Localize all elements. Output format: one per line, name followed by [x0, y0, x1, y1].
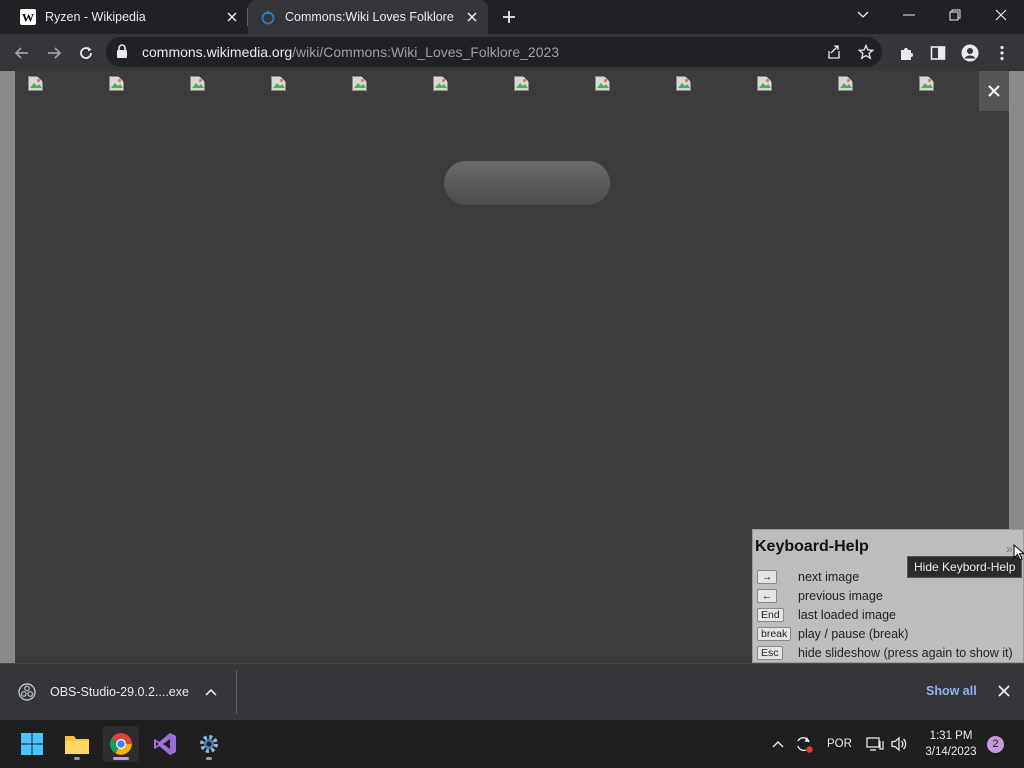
- close-tab-icon[interactable]: [464, 9, 480, 25]
- broken-image-thumbnail-icon[interactable]: [757, 76, 773, 92]
- side-panel-icon[interactable]: [924, 39, 952, 67]
- start-button[interactable]: [14, 726, 50, 762]
- commons-icon: [260, 9, 276, 25]
- broken-image-thumbnail-icon[interactable]: [190, 76, 206, 92]
- broken-image-thumbnail-icon[interactable]: [676, 76, 692, 92]
- key-label: End: [757, 608, 784, 622]
- tab-search-chevron-icon[interactable]: [840, 0, 886, 30]
- tab-strip: W Ryzen - Wikipedia Commons:Wiki Loves F…: [0, 0, 1024, 34]
- key-label: →: [757, 570, 777, 584]
- keyboard-help-row: ← previous image: [757, 587, 883, 605]
- tab-title: Ryzen - Wikipedia: [45, 10, 146, 24]
- bookmark-star-icon[interactable]: [854, 40, 878, 64]
- network-icon[interactable]: [866, 720, 884, 768]
- close-window-button[interactable]: [978, 0, 1024, 30]
- keyboard-help-title: Keyboard-Help: [755, 538, 869, 555]
- taskbar-visual-studio[interactable]: [147, 726, 183, 762]
- folder-icon: [65, 736, 89, 754]
- slideshow-loading-pill: [444, 161, 610, 205]
- key-label: break: [757, 627, 792, 641]
- keyboard-help-row: Esc hide slideshow (press again to show …: [757, 644, 1013, 662]
- broken-image-thumbnail-icon[interactable]: [109, 76, 125, 92]
- restore-button[interactable]: [932, 0, 978, 30]
- broken-image-thumbnail-icon[interactable]: [919, 76, 935, 92]
- windows-logo-icon: [21, 733, 43, 755]
- app-running-indicator: [74, 757, 80, 760]
- download-file-name: OBS-Studio-29.0.2....exe: [50, 685, 189, 699]
- keyboard-help-row: → next image: [757, 568, 859, 586]
- broken-image-thumbnail-icon[interactable]: [28, 76, 44, 92]
- key-description: next image: [798, 570, 860, 584]
- browser-menu-icon[interactable]: [988, 39, 1016, 67]
- broken-image-thumbnail-icon[interactable]: [838, 76, 854, 92]
- minimize-button[interactable]: [886, 0, 932, 30]
- close-icon: [988, 85, 1000, 97]
- url-path: /wiki/Commons:Wiki_Loves_Folklore_2023: [292, 44, 560, 60]
- tab-ryzen-wikipedia[interactable]: W Ryzen - Wikipedia: [8, 0, 248, 34]
- taskbar-clock[interactable]: 1:31 PM 3/14/2023: [918, 728, 984, 760]
- taskbar-settings[interactable]: [191, 726, 227, 762]
- download-options-chevron-icon[interactable]: [205, 684, 217, 702]
- download-separator: [236, 670, 237, 714]
- volume-icon[interactable]: [890, 720, 908, 768]
- browser-toolbar: commons.wikimedia.org/wiki/Commons:Wiki_…: [0, 34, 1024, 71]
- url-text[interactable]: commons.wikimedia.org/wiki/Commons:Wiki_…: [142, 44, 559, 60]
- show-hidden-icons-chevron-icon[interactable]: [772, 720, 784, 768]
- new-tab-button[interactable]: [499, 7, 519, 27]
- forward-button[interactable]: [40, 39, 68, 67]
- close-slideshow-button[interactable]: [979, 71, 1009, 111]
- notification-badge[interactable]: 2: [987, 736, 1004, 753]
- app-active-indicator: [113, 757, 129, 760]
- address-bar[interactable]: commons.wikimedia.org/wiki/Commons:Wiki_…: [106, 37, 882, 67]
- url-host: commons.wikimedia.org: [142, 44, 293, 60]
- taskbar-chrome[interactable]: [103, 726, 139, 762]
- taskbar-file-explorer[interactable]: [59, 726, 95, 762]
- key-description: hide slideshow (press again to show it): [798, 646, 1013, 660]
- tab-title: Commons:Wiki Loves Folklore 20: [285, 10, 458, 24]
- key-label: ←: [757, 589, 777, 603]
- clock-date: 3/14/2023: [925, 746, 977, 758]
- profile-avatar-icon[interactable]: [956, 39, 984, 67]
- mouse-cursor-icon: [1013, 544, 1024, 561]
- show-all-downloads-button[interactable]: Show all: [926, 684, 977, 698]
- broken-image-thumbnail-icon[interactable]: [433, 76, 449, 92]
- download-bar: OBS-Studio-29.0.2....exe Show all: [0, 663, 1024, 720]
- key-description: last loaded image: [798, 608, 896, 622]
- windows-taskbar: POR 1:31 PM 3/14/2023 2: [0, 720, 1024, 768]
- reload-button[interactable]: [72, 39, 100, 67]
- broken-image-thumbnail-icon[interactable]: [595, 76, 611, 92]
- sync-recording-icon[interactable]: [794, 720, 814, 768]
- chrome-icon: [110, 733, 132, 755]
- close-download-bar-icon[interactable]: [998, 684, 1010, 702]
- download-item[interactable]: OBS-Studio-29.0.2....exe: [18, 681, 189, 703]
- key-label: Esc: [757, 646, 783, 660]
- page-content: Keyboard-Help » → next image ← previous …: [0, 71, 1024, 663]
- keyboard-help-panel: Keyboard-Help » → next image ← previous …: [752, 529, 1024, 663]
- app-running-indicator: [206, 757, 212, 760]
- svg-text:W: W: [22, 11, 34, 25]
- input-language-indicator[interactable]: POR: [827, 720, 852, 768]
- keyboard-help-row: End last loaded image: [757, 606, 896, 624]
- share-icon[interactable]: [822, 40, 846, 64]
- hide-keyboard-help-tooltip: Hide Keybord-Help: [907, 556, 1023, 578]
- back-button[interactable]: [8, 39, 36, 67]
- tab-wiki-loves-folklore[interactable]: Commons:Wiki Loves Folklore 20: [248, 0, 488, 34]
- clock-time: 1:31 PM: [929, 730, 973, 742]
- key-description: play / pause (break): [798, 627, 909, 641]
- broken-image-thumbnail-icon[interactable]: [271, 76, 287, 92]
- wikipedia-w-icon: W: [20, 9, 36, 25]
- obs-icon: [18, 683, 36, 701]
- keyboard-help-row: break play / pause (break): [757, 625, 908, 643]
- visual-studio-icon: [154, 733, 176, 755]
- settings-gear-icon: [200, 735, 218, 753]
- extensions-puzzle-icon[interactable]: [892, 39, 920, 67]
- close-tab-icon[interactable]: [224, 9, 240, 25]
- broken-image-thumbnail-icon[interactable]: [514, 76, 530, 92]
- key-description: previous image: [798, 589, 883, 603]
- hide-keyboard-help-button[interactable]: »: [1006, 542, 1013, 556]
- broken-image-thumbnail-icon[interactable]: [352, 76, 368, 92]
- page-left-margin: [0, 71, 15, 663]
- lock-icon[interactable]: [116, 44, 128, 64]
